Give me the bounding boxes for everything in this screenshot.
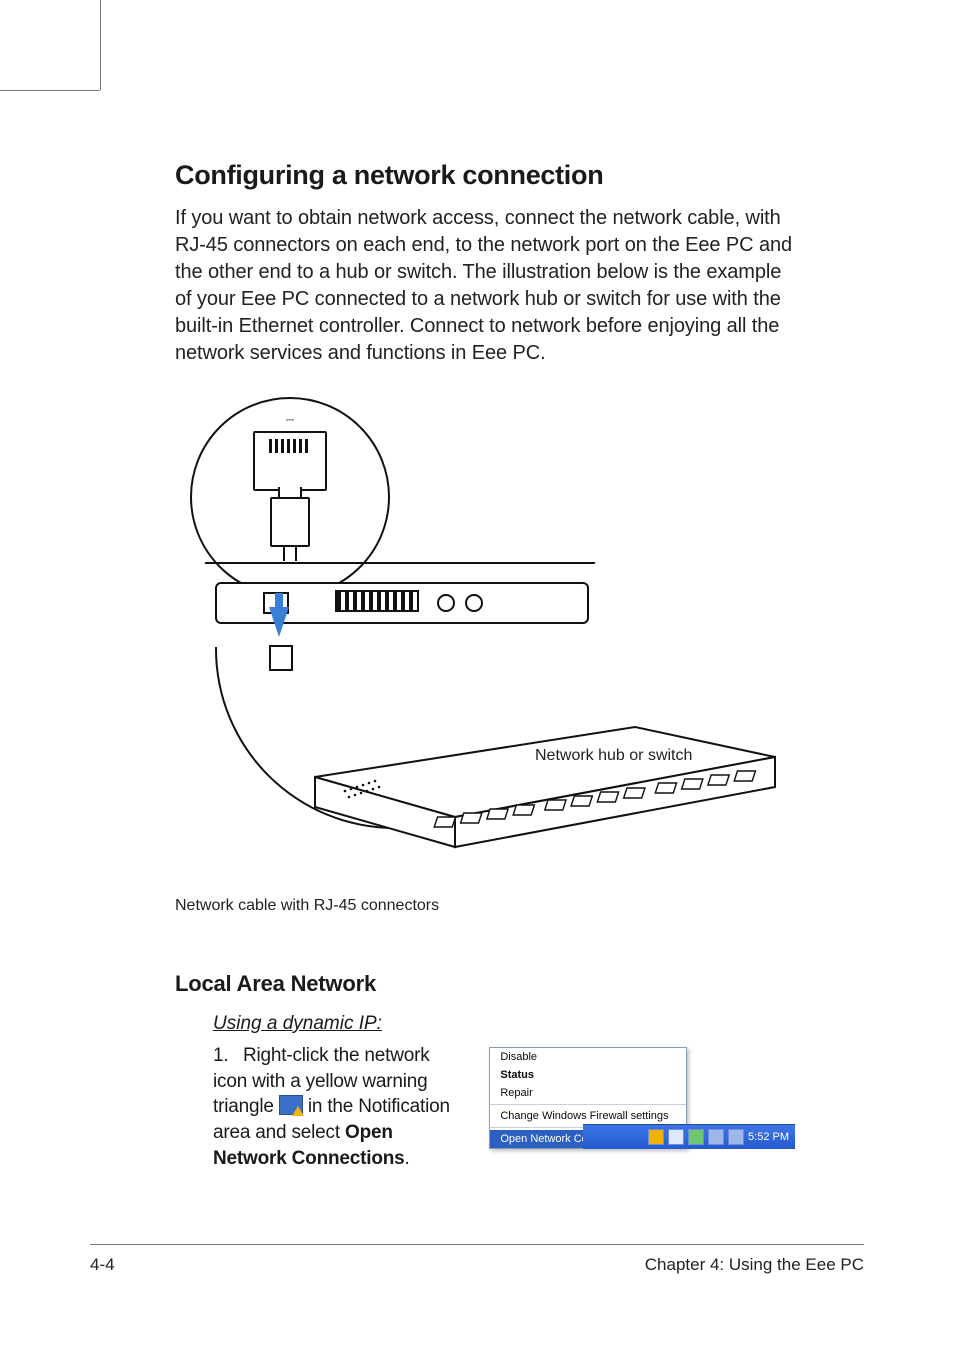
volume-tray-icon[interactable] — [728, 1129, 744, 1145]
dynamic-ip-subheading: Using a dynamic IP: — [213, 1013, 795, 1035]
chapter-title: Chapter 4: Using the Eee PC — [645, 1255, 864, 1275]
switch-label: Network hub or switch — [535, 747, 692, 765]
intro-paragraph: If you want to obtain network access, co… — [175, 205, 795, 367]
menu-item-disable[interactable]: Disable — [490, 1048, 686, 1066]
ethernet-glyph-icon: ⎓ — [286, 415, 294, 426]
lan-subheading: Local Area Network — [175, 971, 795, 997]
menu-item-repair[interactable]: Repair — [490, 1084, 686, 1102]
menu-item-status[interactable]: Status — [490, 1066, 686, 1084]
display-tray-icon[interactable] — [708, 1129, 724, 1145]
crop-rule-vertical — [100, 0, 101, 90]
menu-separator — [490, 1104, 686, 1105]
taskbar-clock: 5:52 PM — [748, 1131, 789, 1143]
insert-arrow-icon — [269, 607, 289, 637]
page-number: 4-4 — [90, 1255, 115, 1275]
network-warning-tray-icon — [279, 1095, 303, 1115]
security-shield-icon[interactable] — [648, 1129, 664, 1145]
step-number: 1. — [213, 1043, 243, 1069]
windows-taskbar-tray: 5:52 PM — [583, 1124, 795, 1149]
step-1: 1.Right-click the network icon with a ye… — [213, 1043, 467, 1171]
audio-jack-icon — [465, 594, 483, 612]
menu-item-firewall[interactable]: Change Windows Firewall settings — [490, 1107, 686, 1125]
page-footer: 4-4 Chapter 4: Using the Eee PC — [90, 1244, 864, 1275]
section-heading: Configuring a network connection — [175, 160, 795, 191]
audio-jack-icon — [437, 594, 455, 612]
eee-pc-side-view — [185, 562, 615, 642]
context-menu-screenshot: Disable Status Repair Change Windows Fir… — [489, 1047, 795, 1149]
network-tray-icon[interactable] — [668, 1129, 684, 1145]
step-text-post: . — [405, 1148, 410, 1169]
network-illustration: ⎓ — [175, 397, 795, 887]
laptop-vent-icon — [335, 590, 419, 612]
crop-rule-horizontal — [0, 90, 100, 91]
rj45-plug-icon — [270, 497, 310, 547]
ethernet-port-icon — [253, 431, 327, 491]
safely-remove-icon[interactable] — [688, 1129, 704, 1145]
figure-caption: Network cable with RJ-45 connectors — [175, 897, 795, 915]
network-switch-icon — [305, 717, 785, 857]
